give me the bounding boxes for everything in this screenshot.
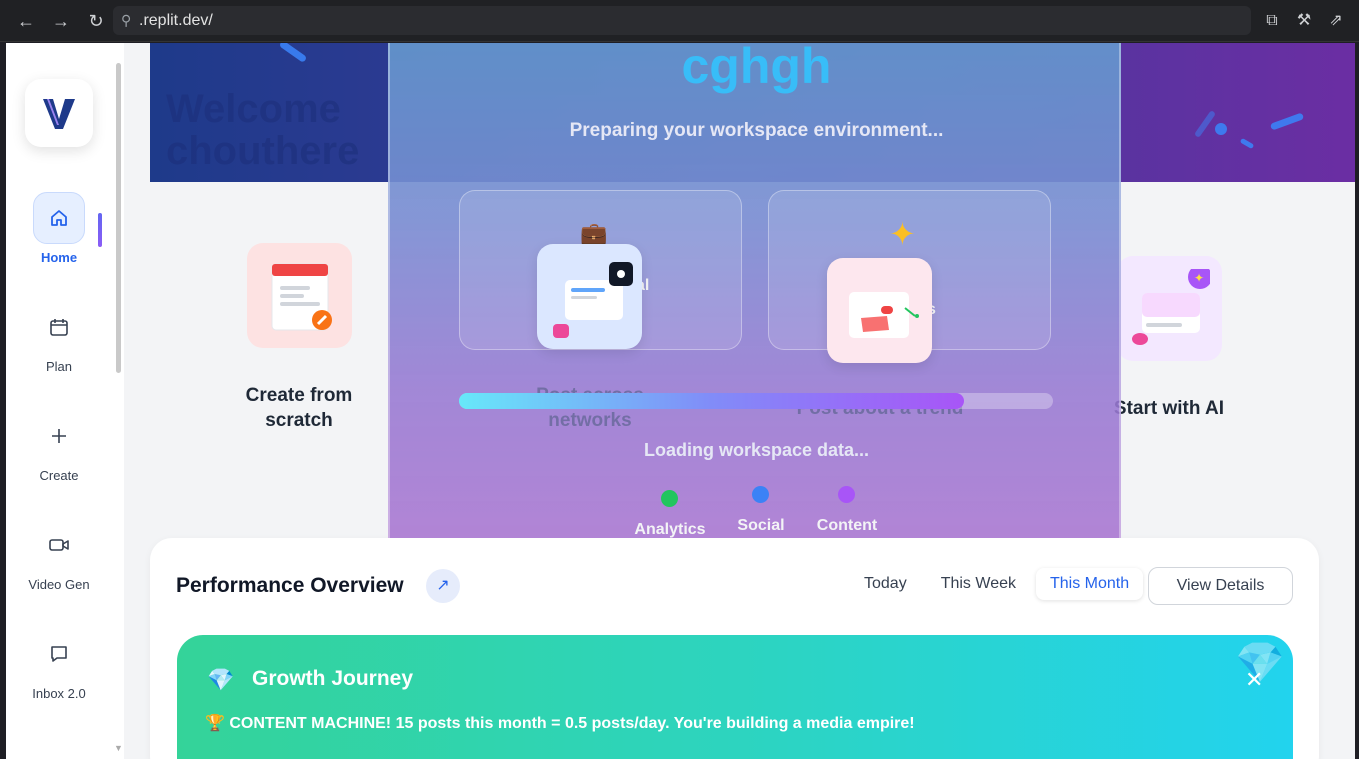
content-label: Content: [816, 517, 878, 534]
create-from-scratch-card[interactable]: [247, 243, 352, 348]
trending-up-icon: ↗: [426, 569, 460, 603]
loading-subtitle: Preparing your workspace environment...: [569, 120, 944, 141]
card-title-line: Create from: [245, 385, 353, 406]
plus-icon: [33, 410, 85, 462]
sidebar-item-video-gen[interactable]: Video Gen: [6, 519, 112, 592]
sidebar-item-label: Create: [39, 468, 79, 483]
ai-sparkle-icon: ✦: [1131, 268, 1210, 345]
post-across-networks-card[interactable]: [537, 244, 642, 349]
sidebar-item-plan[interactable]: Plan: [6, 301, 112, 374]
sidebar-item-inbox[interactable]: Inbox 2.0: [6, 628, 112, 701]
banner-decoration: [1269, 112, 1305, 131]
sidebar-item-home[interactable]: Home: [6, 192, 112, 265]
external-link-icon[interactable]: ⇗: [1325, 10, 1347, 32]
sidebar-scrollbar[interactable]: [116, 63, 121, 373]
banner-decoration: [1193, 109, 1217, 139]
sidebar-item-create[interactable]: Create: [6, 410, 112, 483]
performance-overview-panel: Performance Overview ↗ Today This Week T…: [150, 538, 1319, 759]
loading-progress-track: [459, 393, 1053, 409]
multi-post-icon: [552, 261, 633, 338]
welcome-heading-hidden: Welcome chouthere: [166, 87, 360, 173]
document-edit-icon: [271, 263, 332, 330]
sidebar: ▼ Home Plan Create Video Gen Inbox 2.0: [6, 43, 124, 759]
reload-icon[interactable]: ↻: [84, 9, 108, 33]
app-logo[interactable]: [25, 79, 93, 147]
view-details-button[interactable]: View Details: [1148, 567, 1293, 605]
diamond-icon: 💎: [207, 667, 235, 692]
analytics-label: Analytics: [634, 521, 706, 538]
period-tabs: Today This Week This Month: [850, 568, 1144, 600]
calendar-icon: [33, 301, 85, 353]
url-text: .replit.dev/: [139, 12, 213, 29]
start-with-ai-card[interactable]: ✦: [1117, 256, 1222, 361]
sidebar-item-label: Video Gen: [28, 577, 90, 592]
banner-decoration: [1239, 137, 1255, 150]
sidebar-item-label: Inbox 2.0: [32, 686, 86, 701]
analytics-status-dot: [661, 490, 678, 507]
forward-icon[interactable]: →: [49, 9, 73, 33]
video-icon: [33, 519, 85, 571]
workspace-title: cghgh: [681, 43, 832, 94]
tab-today[interactable]: Today: [850, 568, 921, 600]
logo-icon: [43, 99, 75, 129]
close-icon[interactable]: ✕: [1245, 667, 1263, 693]
growth-title: Growth Journey: [252, 667, 414, 690]
wrench-icon[interactable]: ⚒: [1293, 10, 1315, 32]
card-title-line: scratch: [265, 410, 333, 431]
create-from-scratch-label[interactable]: Create from scratch: [199, 383, 399, 433]
chat-icon: [33, 628, 85, 680]
social-label: Social: [737, 517, 785, 534]
scroll-down-arrow-icon[interactable]: ▼: [114, 743, 123, 753]
sidebar-item-label: Plan: [45, 359, 73, 374]
sidebar-item-label: Home: [40, 250, 78, 265]
card-title-line: networks: [548, 410, 632, 431]
growth-journey-banner: 💎 💎 Growth Journey ✕ 🏆 CONTENT MACHINE! …: [177, 635, 1293, 759]
loading-overlay: cghgh Preparing your workspace environme…: [388, 43, 1121, 538]
browser-toolbar: ← → ↻ ⚲ .replit.dev/ ⧉ ⚒ ⇗: [0, 0, 1359, 42]
trend-chart-icon: [848, 291, 919, 338]
devices-icon[interactable]: ⧉: [1261, 10, 1283, 32]
loading-progress-fill: [459, 393, 964, 409]
home-icon: [33, 192, 85, 244]
back-icon[interactable]: ←: [14, 9, 38, 33]
main-content: Welcome chouthere Create from scratch ✦ …: [124, 43, 1355, 759]
post-about-trend-card[interactable]: [827, 258, 932, 363]
performance-title: Performance Overview: [176, 574, 404, 597]
tab-this-week[interactable]: This Week: [927, 568, 1030, 600]
svg-text:✦: ✦: [1194, 271, 1204, 285]
loading-status-text: Loading workspace data...: [643, 440, 870, 460]
page-viewport: ▼ Home Plan Create Video Gen Inbox 2.0 W…: [6, 43, 1355, 759]
tab-this-month[interactable]: This Month: [1035, 568, 1144, 600]
link-icon: ⚲: [121, 12, 132, 28]
address-bar[interactable]: ⚲ .replit.dev/: [113, 6, 1251, 35]
sparkle-icon: ✦: [889, 216, 916, 252]
banner-decoration: [1215, 123, 1227, 135]
social-status-dot: [752, 486, 769, 503]
banner-decoration: [278, 43, 308, 63]
content-status-dot: [838, 486, 855, 503]
growth-message: 🏆 CONTENT MACHINE! 15 posts this month =…: [205, 715, 915, 732]
